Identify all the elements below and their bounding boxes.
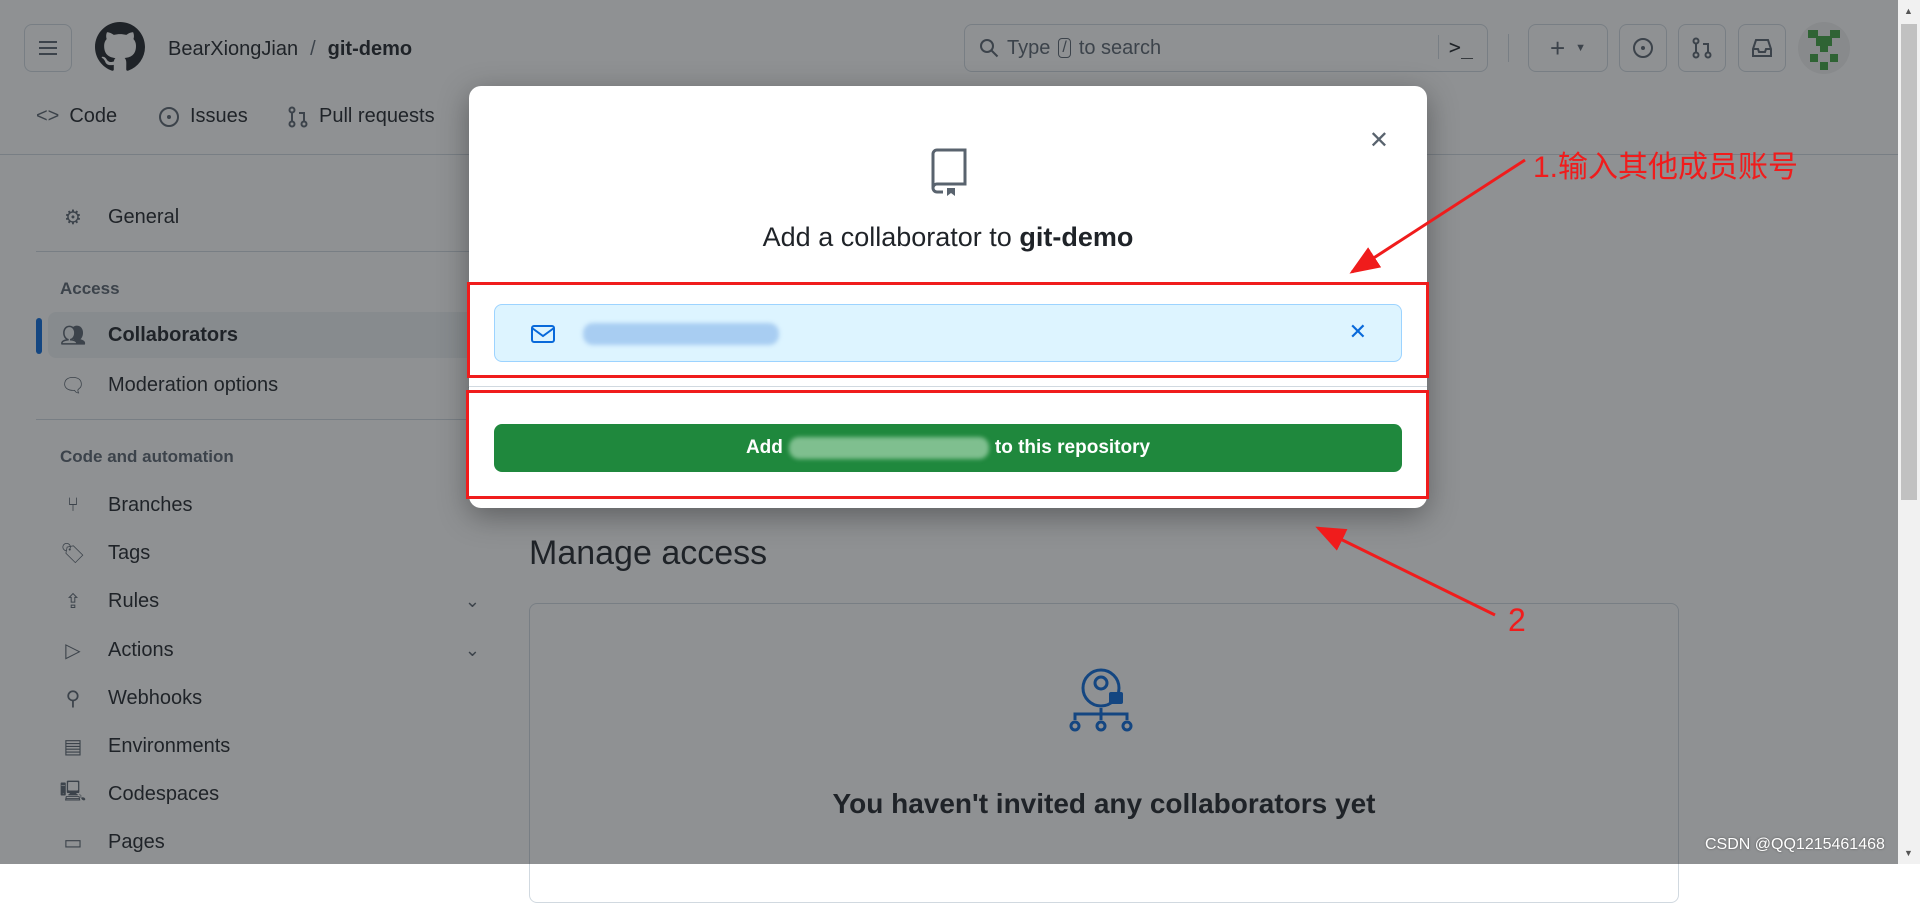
annotation-step-1: 1.输入其他成员账号 [1533,151,1799,184]
annotation-arrows [1315,158,1526,617]
watermark: CSDN @QQ1215461468 [1705,836,1885,853]
annotation-arrow-2 [1315,526,1496,617]
annotation-arrow-1 [1349,158,1526,274]
annotation-step-2: 2 [1508,602,1526,638]
